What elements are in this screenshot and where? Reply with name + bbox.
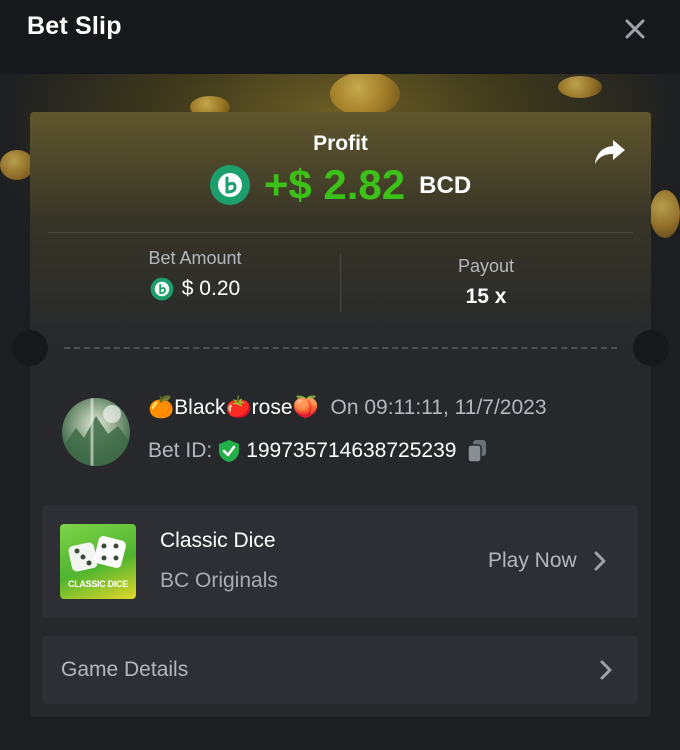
- decor-coin: [0, 150, 34, 180]
- bet-slip-header: Bet Slip: [0, 0, 680, 74]
- chevron-right-icon: [594, 551, 606, 571]
- game-name: Classic Dice: [160, 529, 276, 552]
- bet-id-line: Bet ID: 199735714638725239: [148, 439, 488, 463]
- share-icon[interactable]: [593, 136, 627, 168]
- divider: [48, 232, 633, 233]
- verified-shield-icon: [219, 440, 240, 462]
- bet-amount-label: Bet Amount: [148, 248, 242, 268]
- close-button[interactable]: [620, 14, 650, 44]
- bet-id-value: 199735714638725239: [246, 439, 457, 462]
- bc-coin-icon: [150, 277, 174, 301]
- game-details-label: Game Details: [61, 658, 189, 681]
- bet-amount-value: $ 0.20: [181, 277, 241, 300]
- payout-label: Payout: [457, 256, 515, 276]
- bet-amount-block: Bet Amount $ 0.20: [50, 248, 340, 301]
- ticket-notch-right: [633, 330, 669, 366]
- payout-value: 15 x: [465, 285, 507, 308]
- page-title: Bet Slip: [27, 12, 122, 40]
- play-now-label: Play Now: [488, 549, 577, 572]
- bet-timestamp: On 09:11:11, 11/7/2023: [330, 396, 547, 419]
- bc-coin-icon: [209, 165, 250, 205]
- game-row[interactable]: CLASSIC DICE Classic Dice BC Originals P…: [42, 505, 638, 618]
- ticket-notch-left: [12, 330, 48, 366]
- bet-amount-value-row: $ 0.20: [50, 277, 340, 301]
- profit-value: +$ 2.82: [263, 161, 406, 208]
- game-provider: BC Originals: [160, 569, 278, 592]
- payout-block: Payout 15 x: [341, 256, 631, 309]
- profit-label: Profit: [313, 132, 368, 155]
- close-icon[interactable]: [620, 14, 650, 44]
- bet-id-label: Bet ID:: [148, 439, 213, 462]
- copy-icon[interactable]: [466, 439, 488, 463]
- decor-coin: [558, 76, 602, 98]
- chevron-right-icon: [600, 660, 612, 680]
- bet-slip-card: Profit +$ 2.82 BCD Bet Amount $ 0.20 Pay…: [12, 112, 669, 717]
- profit-row: +$ 2.82 BCD: [30, 161, 651, 208]
- user-line: 🍊Black🍅rose🍑 On 09:11:11, 11/7/2023: [148, 396, 547, 420]
- decor-coin: [650, 190, 680, 238]
- decor-coin: [330, 72, 400, 116]
- play-now-button[interactable]: Play Now: [488, 549, 611, 573]
- game-details-row[interactable]: Game Details: [42, 636, 638, 704]
- avatar[interactable]: [62, 398, 130, 466]
- game-thumbnail-text: CLASSIC DICE: [68, 579, 128, 589]
- share-button[interactable]: [593, 136, 627, 168]
- ticket-dashed-divider: [64, 347, 617, 349]
- profit-currency: BCD: [419, 172, 472, 199]
- user-name[interactable]: 🍊Black🍅rose🍑: [148, 396, 319, 419]
- game-thumbnail[interactable]: CLASSIC DICE: [60, 524, 136, 599]
